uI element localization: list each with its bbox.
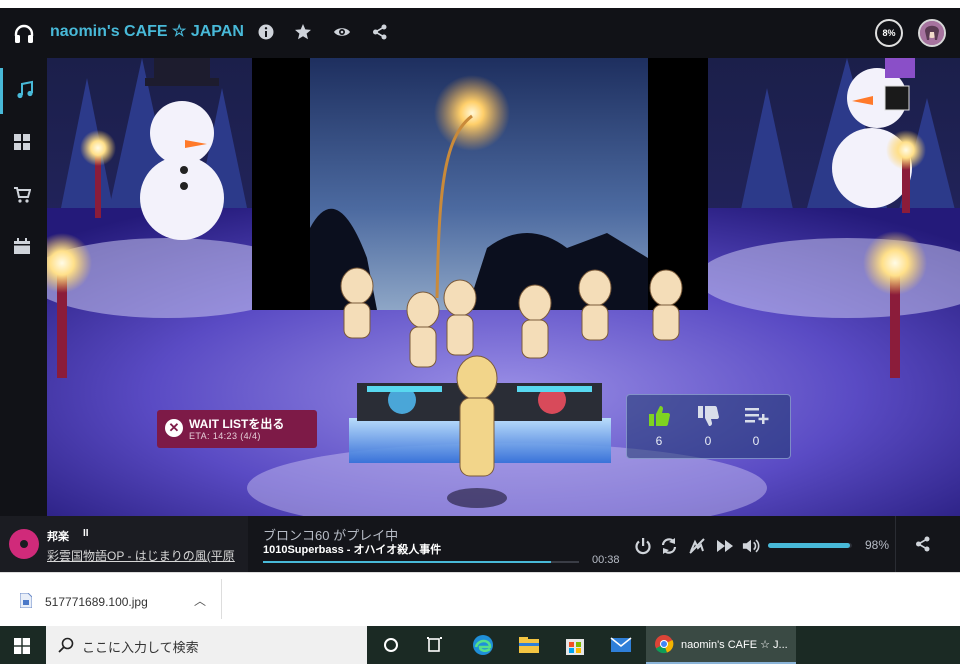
browser-edge <box>0 0 960 8</box>
headphones-icon[interactable] <box>12 22 36 46</box>
cortana-icon[interactable] <box>376 630 406 660</box>
thumbs-up-icon <box>649 406 670 426</box>
woot-count: 6 <box>655 434 663 448</box>
waitlist-eta: ETA: 14:23 (4/4) <box>189 431 261 441</box>
sidebar-item-playlist[interactable] <box>0 68 47 114</box>
store-icon[interactable] <box>560 630 590 660</box>
star-icon[interactable] <box>294 23 312 41</box>
task-view-icon[interactable] <box>420 630 450 660</box>
woot-button[interactable]: 6 <box>639 403 679 451</box>
sidebar-item-shop[interactable] <box>0 172 47 218</box>
volume-badge[interactable]: 8% <box>875 19 903 47</box>
file-icon <box>20 593 32 608</box>
pause-icon[interactable]: II <box>83 528 89 539</box>
cart-icon <box>14 187 31 203</box>
meh-button[interactable]: 0 <box>688 403 728 451</box>
progress-fill <box>263 561 551 563</box>
leave-waitlist-button[interactable]: ✕ WAIT LISTを出る ETA: 14:23 (4/4) <box>157 410 317 448</box>
volume-fill <box>768 543 851 548</box>
info-icon[interactable] <box>257 23 275 41</box>
taskbar-chrome-window[interactable]: naomin's CAFE ☆ J... <box>646 626 796 664</box>
user-avatar[interactable] <box>918 19 946 47</box>
current-track: 1010Superbass - オハイオ殺人事件 <box>263 544 442 556</box>
grab-button[interactable]: 0 <box>736 403 776 451</box>
player-bar: 邦楽 II 彩雲国物語OP - はじまりの風(平原 ブロンコ60 がプレイ中 1… <box>0 516 960 572</box>
avatar-face-icon <box>920 21 944 45</box>
room-title: naomin's CAFE ☆ JAPAN <box>50 23 244 40</box>
progress-bar <box>263 561 579 563</box>
disc-icon <box>9 529 39 559</box>
windows-start-icon[interactable] <box>14 638 30 654</box>
chevron-up-icon[interactable]: ︿ <box>194 592 206 609</box>
thumbs-down-icon <box>698 406 719 426</box>
taskbar-search[interactable]: ここに入力して検索 <box>46 626 367 664</box>
file-explorer-icon[interactable] <box>514 630 544 660</box>
room-stage: ✕ WAIT LISTを出る ETA: 14:23 (4/4) 6 0 0 <box>47 58 960 516</box>
meh-count: 0 <box>704 434 712 448</box>
windows-taskbar: ここに入力して検索 naomin's CAFE ☆ J... <box>0 626 960 664</box>
grab-count: 0 <box>752 434 760 448</box>
eye-icon[interactable] <box>333 23 351 41</box>
chrome-window-label: naomin's CAFE ☆ J... <box>681 639 788 651</box>
close-icon: ✕ <box>165 419 183 437</box>
share-button[interactable] <box>895 516 950 572</box>
edge-icon[interactable] <box>468 630 498 660</box>
music-note-icon <box>17 80 33 99</box>
previous-track-panel[interactable]: 邦楽 II 彩雲国物語OP - はじまりの風(平原 <box>0 516 248 572</box>
download-filename[interactable]: 517771689.100.jpg <box>45 595 148 609</box>
time-remaining: 00:38 <box>592 554 620 566</box>
power-icon[interactable] <box>634 537 652 555</box>
volume-icon[interactable] <box>742 537 760 555</box>
grid-icon <box>14 134 30 150</box>
waitlist-label: WAIT LISTを出る <box>189 417 285 431</box>
skip-icon[interactable] <box>716 537 734 555</box>
volume-slider[interactable] <box>768 543 852 548</box>
refresh-icon[interactable] <box>660 537 678 555</box>
volume-percent: 98% <box>865 538 890 552</box>
vote-panel: 6 0 0 <box>626 394 791 459</box>
sidebar-item-history[interactable] <box>0 224 47 270</box>
share-icon <box>916 536 930 552</box>
sidebar-item-dashboard[interactable] <box>0 120 47 166</box>
add-to-playlist-icon <box>745 408 769 424</box>
sidebar <box>0 58 47 516</box>
video-off-icon[interactable] <box>688 537 706 555</box>
top-bar: naomin's CAFE ☆ JAPAN 8% <box>0 0 960 58</box>
chrome-icon <box>655 635 674 654</box>
search-placeholder: ここに入力して検索 <box>82 640 199 655</box>
previous-song-link[interactable]: 彩雲国物語OP - はじまりの風(平原 <box>47 547 241 564</box>
search-icon <box>58 637 74 653</box>
mail-icon[interactable] <box>606 630 636 660</box>
calendar-icon <box>14 238 30 254</box>
download-bar: 517771689.100.jpg ︿ <box>0 572 960 627</box>
share-icon[interactable] <box>371 23 389 41</box>
divider <box>221 579 222 619</box>
genre-label: 邦楽 <box>47 531 69 543</box>
